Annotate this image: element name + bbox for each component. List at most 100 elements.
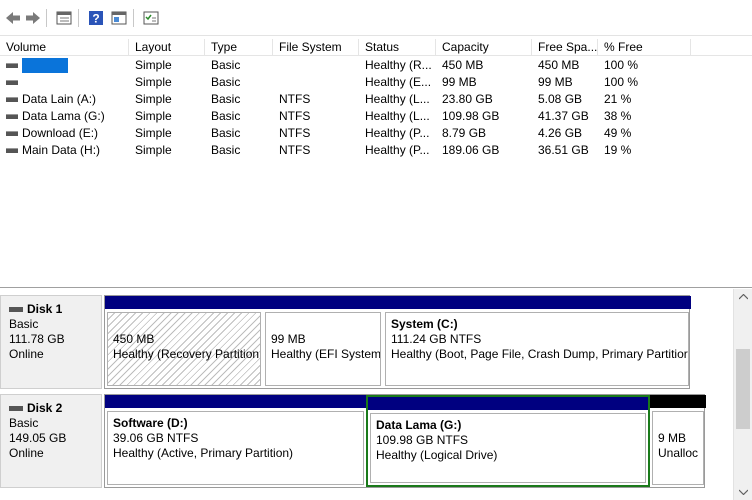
partition-size: 111.24 GB NTFS — [391, 332, 482, 346]
pct-cell: 100 % — [604, 58, 639, 72]
disk-header[interactable]: Disk 1 Basic 111.78 GB Online — [0, 295, 102, 389]
fs-cell: NTFS — [279, 143, 311, 157]
partition-status: Healthy (Boot, Page File, Crash Dump, Pr… — [391, 347, 688, 361]
layout-cell: Simple — [135, 126, 172, 140]
disk-state: Online — [9, 446, 44, 460]
volume-cell: Main Data (H:) — [6, 142, 126, 159]
column-header-layout[interactable]: Layout — [129, 39, 205, 56]
toolbar: ? — [0, 0, 752, 36]
disk-list-icon[interactable] — [55, 9, 73, 27]
table-row[interactable]: Download (E:) Simple Basic NTFS Healthy (P..… — [0, 125, 752, 142]
column-header-percent-free[interactable]: % Free — [598, 39, 691, 56]
partition-status: Unalloc — [658, 446, 699, 460]
column-header-volume[interactable]: Volume — [0, 39, 129, 56]
free-cell: 41.37 GB — [538, 109, 589, 123]
partition-label: System (C:) — [391, 317, 458, 331]
partition-size: 99 MB — [271, 332, 306, 346]
fs-cell — [279, 74, 359, 91]
partition-status: Healthy (Logical Drive) — [376, 448, 498, 462]
properties-icon[interactable] — [110, 9, 128, 27]
free-cell: 99 MB — [538, 75, 573, 89]
column-header-capacity[interactable]: Capacity — [436, 39, 532, 56]
type-cell: Basic — [211, 92, 241, 106]
forward-icon[interactable] — [24, 9, 42, 27]
drive-icon — [6, 114, 18, 120]
volume-cell — [6, 57, 126, 74]
partition-status: Healthy (Recovery Partition — [113, 347, 260, 361]
disk-state: Online — [9, 347, 44, 361]
partition-bar — [263, 296, 383, 309]
disk-map: Disk 1 Basic 111.78 GB Online 450 MB Healthy … — [0, 289, 752, 500]
volume-name: Download (E:) — [22, 126, 99, 140]
type-cell: Basic — [211, 126, 241, 140]
column-header-status[interactable]: Status — [359, 39, 436, 56]
partition[interactable]: 450 MB Healthy (Recovery Partition — [105, 296, 263, 388]
volume-cell: Download (E:) — [6, 125, 126, 142]
disk-kind: Basic — [9, 416, 39, 430]
disk-partitions: Software (D:) 39.06 GB NTFS Healthy (Activ… — [104, 394, 706, 488]
status-cell: Healthy (L... — [365, 92, 430, 106]
status-cell: Healthy (R... — [365, 58, 432, 72]
scroll-up-icon[interactable] — [739, 294, 748, 300]
disk-name: Disk 2 — [9, 401, 101, 416]
partition-info: Software (D:) 39.06 GB NTFS Healthy (Activ… — [107, 411, 364, 485]
table-row[interactable]: Data Lain (A:) Simple Basic NTFS Healthy (L.… — [0, 91, 752, 108]
capacity-cell: 189.06 GB — [442, 143, 500, 157]
partition[interactable]: Data Lama (G:) 109.98 GB NTFS Healthy (Log… — [366, 395, 650, 487]
back-icon[interactable] — [4, 9, 22, 27]
drive-icon — [6, 97, 18, 103]
volume-name: Data Lama (G:) — [22, 109, 105, 123]
free-cell: 450 MB — [538, 58, 580, 72]
svg-text:?: ? — [92, 12, 99, 26]
partition[interactable]: 9 MB Unalloc — [650, 395, 706, 487]
volume-name: Data Lain (A:) — [22, 92, 97, 106]
disk-partitions: 450 MB Healthy (Recovery Partition 99 MB He… — [104, 295, 691, 389]
table-row[interactable]: Simple Basic Healthy (E... 99 MB 99 MB 100 % — [0, 74, 752, 91]
partition-bar — [105, 296, 263, 309]
volume-list-header: Volume Layout Type File System Status Ca… — [0, 39, 752, 56]
partition[interactable]: 99 MB Healthy (EFI System — [263, 296, 383, 388]
layout-cell: Simple — [135, 58, 172, 72]
status-cell: Healthy (P... — [365, 126, 430, 140]
partition-size: 9 MB — [658, 431, 687, 445]
pct-cell: 49 % — [604, 126, 632, 140]
partition-info: 99 MB Healthy (EFI System — [265, 312, 381, 386]
partition[interactable]: System (C:) 111.24 GB NTFS Healthy (Boot, … — [383, 296, 691, 388]
disk-name: Disk 1 — [9, 302, 101, 317]
disk-icon — [9, 406, 23, 412]
disk-header[interactable]: Disk 2 Basic 149.05 GB Online — [0, 394, 102, 488]
partition-bar — [368, 397, 648, 410]
column-header-file-system[interactable]: File System — [273, 39, 359, 56]
disk-size: 111.78 GB — [9, 332, 65, 346]
fs-cell: NTFS — [279, 126, 311, 140]
disk-kind: Basic — [9, 317, 39, 331]
table-row[interactable]: Main Data (H:) Simple Basic NTFS Healthy (P.… — [0, 142, 752, 159]
capacity-cell: 450 MB — [442, 58, 484, 72]
partition-label: Data Lama (G:) — [376, 418, 462, 432]
column-header-free-space[interactable]: Free Spa... — [532, 39, 598, 56]
partition-info: 9 MB Unalloc — [652, 411, 704, 485]
column-header-type[interactable]: Type — [205, 39, 273, 56]
free-cell: 4.26 GB — [538, 126, 583, 140]
free-cell: 5.08 GB — [538, 92, 583, 106]
layout-cell: Simple — [135, 143, 172, 157]
scroll-down-icon[interactable] — [739, 489, 748, 495]
volume-cell — [6, 74, 126, 91]
type-cell: Basic — [211, 109, 241, 123]
partition[interactable]: Software (D:) 39.06 GB NTFS Healthy (Activ… — [105, 395, 366, 487]
help-icon[interactable]: ? — [87, 9, 105, 27]
table-row[interactable]: Data Lama (G:) Simple Basic NTFS Healthy (L.… — [0, 108, 752, 125]
volume-cell: Data Lama (G:) — [6, 108, 126, 125]
partition-size: 450 MB — [113, 332, 155, 346]
vertical-scrollbar[interactable] — [733, 289, 752, 500]
status-cell: Healthy (E... — [365, 75, 432, 89]
type-cell: Basic — [211, 143, 241, 157]
fs-cell: NTFS — [279, 109, 311, 123]
type-cell: Basic — [211, 75, 241, 89]
settings-icon[interactable] — [142, 9, 160, 27]
status-cell: Healthy (P... — [365, 143, 430, 157]
drive-icon — [6, 63, 18, 69]
vertical-scroll-thumb[interactable] — [736, 349, 750, 429]
drive-icon — [6, 131, 18, 137]
table-row[interactable]: Simple Basic Healthy (R... 450 MB 450 MB 100 … — [0, 57, 752, 74]
